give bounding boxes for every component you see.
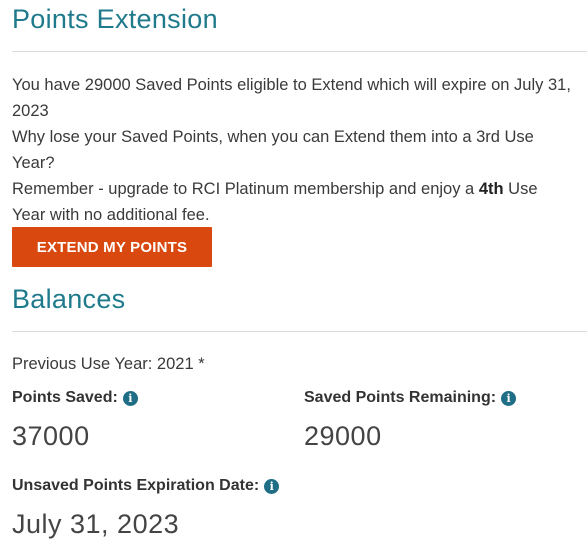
info-icon[interactable]: i xyxy=(122,390,138,406)
info-icon[interactable]: i xyxy=(501,390,517,406)
saved-remaining-label: Saved Points Remaining: xyxy=(304,389,497,406)
info-icon[interactable]: i xyxy=(264,478,280,494)
divider xyxy=(12,331,587,332)
saved-remaining-value: 29000 xyxy=(304,421,382,451)
expiry-notice: You have 29000 Saved Points eligible to … xyxy=(12,76,571,120)
extension-description: You have 29000 Saved Points eligible to … xyxy=(12,72,573,228)
platinum-reminder: Remember - upgrade to RCI Platinum membe… xyxy=(12,176,573,228)
saved-remaining-label-row: Saved Points Remaining: i xyxy=(304,389,517,407)
points-saved-label-row: Points Saved: i xyxy=(12,389,138,407)
unsaved-expiration-label-row: Unsaved Points Expiration Date: i xyxy=(12,477,280,495)
divider xyxy=(12,51,587,52)
unsaved-expiration-value: July 31, 2023 xyxy=(12,509,180,539)
reminder-text-start: Remember - upgrade to RCI Platinum membe… xyxy=(12,180,479,198)
points-extension-title: Points Extension xyxy=(12,4,218,34)
points-saved-label: Points Saved: xyxy=(12,389,118,406)
unsaved-expiration-label: Unsaved Points Expiration Date: xyxy=(12,477,260,494)
balances-title: Balances xyxy=(12,284,126,314)
reminder-bold-4th: 4th xyxy=(478,180,504,198)
extend-my-points-button[interactable]: EXTEND MY POINTS xyxy=(12,227,212,267)
points-saved-value: 37000 xyxy=(12,421,90,451)
points-page: Points Extension You have 29000 Saved Po… xyxy=(0,0,587,556)
previous-use-year: Previous Use Year: 2021 * xyxy=(12,355,205,373)
extend-question: Why lose your Saved Points, when you can… xyxy=(12,128,534,172)
